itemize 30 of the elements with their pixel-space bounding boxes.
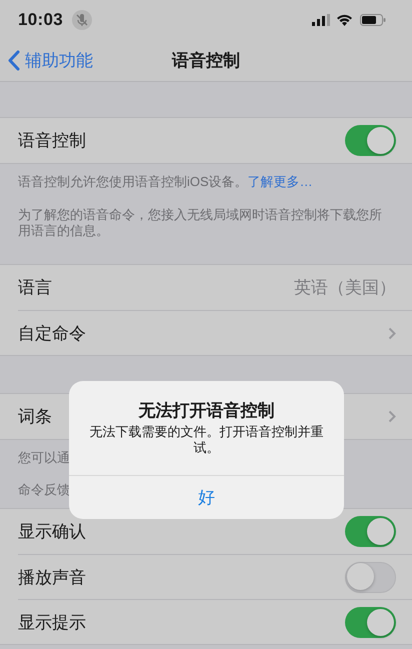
page-title: 语音控制 bbox=[172, 51, 240, 70]
back-button[interactable]: 辅助功能 bbox=[0, 48, 99, 73]
row-label: 词条 bbox=[18, 406, 52, 428]
learn-more-link[interactable]: 了解更多… bbox=[248, 174, 313, 189]
toggle-switch[interactable] bbox=[345, 125, 396, 156]
chevron-left-icon bbox=[8, 50, 20, 71]
row-label: 语音控制 bbox=[18, 130, 86, 152]
wifi-icon bbox=[336, 14, 353, 26]
row-label: 显示提示 bbox=[18, 612, 86, 634]
footer-text: 语音控制允许您使用语音控制iOS设备。了解更多… bbox=[18, 174, 313, 190]
chevron-right-icon bbox=[388, 410, 396, 423]
muted-mic-icon bbox=[72, 10, 92, 30]
clock-time: 10:03 bbox=[18, 10, 63, 30]
toggle-switch[interactable] bbox=[345, 606, 396, 638]
ok-button[interactable]: 好 bbox=[69, 475, 344, 519]
section-header: 命令反馈 bbox=[18, 482, 70, 498]
battery-icon bbox=[360, 14, 386, 26]
row-label: 播放声音 bbox=[18, 566, 86, 588]
alert-title: 无法打开语音控制 bbox=[137, 400, 276, 422]
row-value: 英语（美国） bbox=[294, 277, 396, 299]
toggle-switch[interactable] bbox=[345, 562, 396, 592]
toggle-switch[interactable] bbox=[345, 516, 396, 547]
footer-text: 您可以通 bbox=[18, 450, 70, 466]
row-label: 语言 bbox=[18, 277, 52, 299]
row-label: 显示确认 bbox=[18, 521, 86, 543]
footer-text: 为了解您的语音命令，您接入无线局域网时语音控制将下载您所用语言的信息。 bbox=[18, 207, 383, 239]
alert-message: 无法下载需要的文件。打开语音控制并重试。 bbox=[88, 424, 324, 456]
row-label: 自定命令 bbox=[18, 322, 86, 344]
chevron-right-icon bbox=[388, 326, 396, 340]
signal-icon bbox=[312, 14, 330, 26]
